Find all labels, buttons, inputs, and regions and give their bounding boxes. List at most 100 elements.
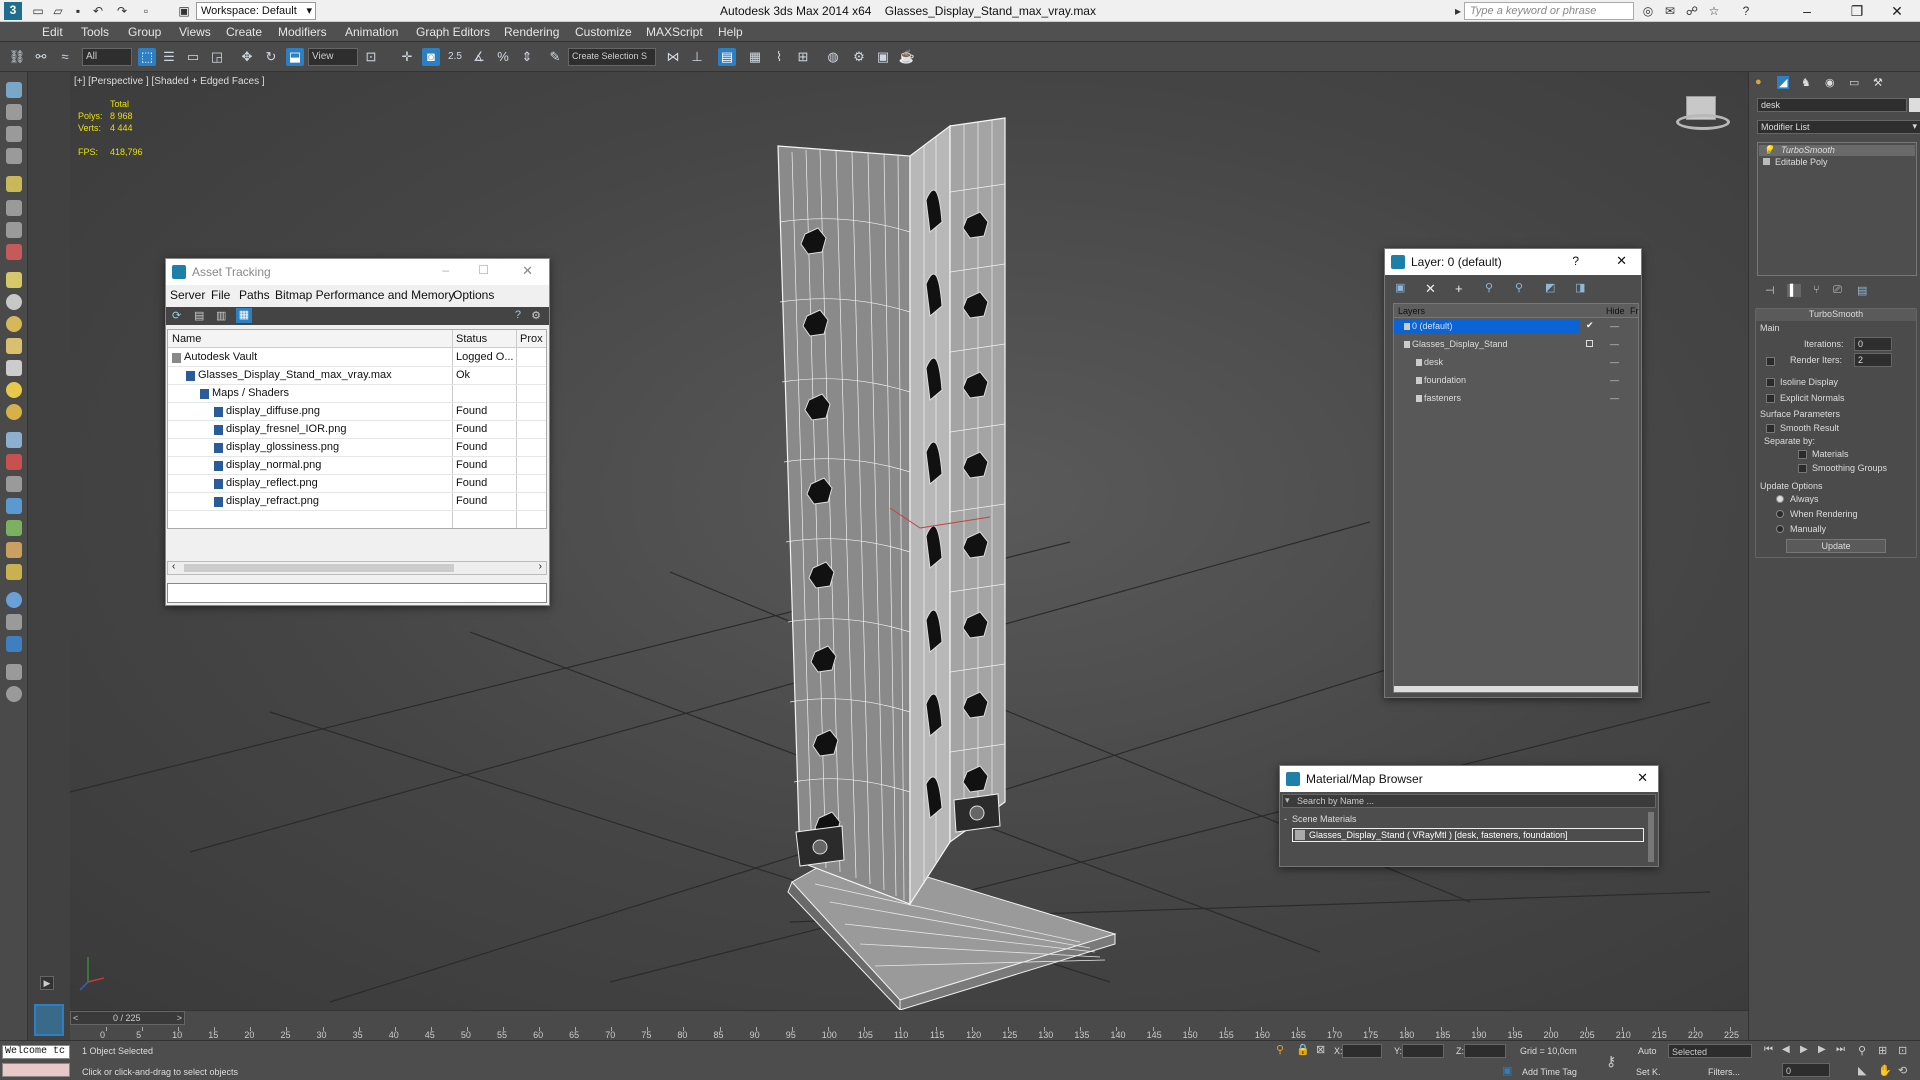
layer-row[interactable]: fasteners — [1394, 392, 1638, 406]
tool-icon-1[interactable] [6, 82, 22, 98]
scroll-right-icon[interactable]: › [539, 561, 542, 572]
timeline-ticks[interactable]: 0 5 10 15 20 25 30 35 40 45 50 55 60 65 70 75 80 85 90 95 10… [70, 1011, 1748, 1041]
iterations-spinner[interactable]: 0 [1854, 337, 1892, 351]
material-item[interactable]: Glasses_Display_Stand ( VRayMtl ) [desk,… [1292, 828, 1644, 842]
tool-icon-6[interactable] [6, 200, 22, 216]
asset-row[interactable]: display_diffuse.png Found [168, 403, 546, 421]
column-proxy[interactable]: Prox [520, 333, 543, 345]
tool-icon-16[interactable] [6, 432, 22, 448]
stack-item-turbosmooth[interactable]: 💡 TurboSmooth [1759, 145, 1915, 156]
graphite-ribbon-icon[interactable]: ▦ [746, 48, 764, 66]
viewcube-ring[interactable] [1676, 114, 1730, 130]
material-scrollbar[interactable] [1648, 812, 1654, 862]
hide-toggle-icon[interactable]: — [1610, 357, 1619, 367]
hide-all-icon[interactable]: ◩ [1545, 281, 1555, 294]
tool-icon-25[interactable] [6, 636, 22, 652]
tool-icon-23[interactable] [6, 592, 22, 608]
render-production-icon[interactable]: ☕ [898, 48, 916, 66]
tool-icon-21[interactable] [6, 542, 22, 558]
menu-customize[interactable]: Customize [575, 25, 632, 39]
select-in-layer-icon[interactable]: ⚲ [1485, 281, 1493, 294]
asset-row[interactable]: display_fresnel_IOR.png Found [168, 421, 546, 439]
add-to-layer-icon[interactable]: + [1455, 281, 1463, 296]
material-editor-icon[interactable]: ◍ [824, 48, 842, 66]
column-status[interactable]: Status [456, 333, 487, 345]
select-by-name-icon[interactable]: ☰ [160, 48, 178, 66]
menu-views[interactable]: Views [179, 25, 211, 39]
asset-row[interactable]: Autodesk Vault Logged O... [168, 349, 546, 367]
tool-icon-3[interactable] [6, 126, 22, 142]
material-browser-header[interactable]: Material/Map Browser ✕ [1280, 766, 1658, 792]
tool-icon-7[interactable] [6, 222, 22, 238]
motion-tab-icon[interactable]: ◉ [1825, 76, 1835, 89]
column-freeze[interactable]: Fr [1630, 306, 1639, 316]
layer-help-icon[interactable]: ? [1572, 254, 1579, 268]
tool-icon-20[interactable] [6, 520, 22, 536]
tool-icon-13[interactable] [6, 360, 22, 376]
orbit-icon[interactable]: ⟲ [1898, 1064, 1907, 1077]
at-menu-paths[interactable]: Paths [239, 288, 270, 302]
tool-icon-9[interactable] [6, 272, 22, 288]
manually-radio[interactable] [1776, 525, 1784, 533]
materials-checkbox[interactable] [1798, 450, 1807, 459]
named-selection-dropdown[interactable]: Create Selection S [568, 48, 656, 66]
render-iters-checkbox[interactable] [1766, 357, 1775, 366]
move-icon[interactable]: ✥ [238, 48, 256, 66]
tool-icon-18[interactable] [6, 476, 22, 492]
lightbulb-icon[interactable]: 💡 [1763, 145, 1774, 156]
field-of-view-icon[interactable]: ◣ [1858, 1064, 1866, 1077]
turbosmooth-rollout-header[interactable]: TurboSmooth [1756, 309, 1916, 321]
collapse-icon[interactable]: - [1284, 814, 1287, 824]
stack-item-editable-poly[interactable]: Editable Poly [1759, 157, 1915, 168]
scale-icon[interactable]: ⬓ [286, 48, 304, 66]
scroll-thumb[interactable] [184, 564, 454, 572]
maxscript-listener[interactable]: Welcome tc [2, 1045, 70, 1059]
tool-icon-12[interactable] [6, 338, 22, 354]
menu-animation[interactable]: Animation [345, 25, 398, 39]
next-frame-icon[interactable]: ▶ [1818, 1044, 1826, 1055]
when-rendering-radio[interactable] [1776, 510, 1784, 518]
spinner-snap-icon[interactable]: ⇕ [518, 48, 536, 66]
tool-icon-17[interactable] [6, 454, 22, 470]
chevron-down-icon[interactable]: ▾ [1285, 795, 1290, 806]
close-icon[interactable]: ✕ [1637, 770, 1648, 786]
percent-snap-icon[interactable]: % [494, 48, 512, 66]
asset-path-field[interactable] [167, 583, 547, 603]
list-view-icon[interactable]: ▤ [194, 309, 204, 322]
explicit-normals-checkbox[interactable] [1766, 394, 1775, 403]
time-tag-icon[interactable]: ▣ [1502, 1064, 1512, 1077]
communication-icon[interactable]: ☍ [1684, 3, 1700, 19]
menu-maxscript[interactable]: MAXScript [646, 25, 703, 39]
y-coordinate-field[interactable] [1402, 1044, 1444, 1058]
settings-icon[interactable]: ⚙ [531, 309, 541, 322]
asset-row[interactable]: Glasses_Display_Stand_max_vray.max Ok [168, 367, 546, 385]
layer-row[interactable]: foundation — [1394, 374, 1638, 388]
at-menu-file[interactable]: File [211, 288, 230, 302]
layer-row[interactable]: desk — [1394, 356, 1638, 370]
rectangular-selection-icon[interactable]: ▭ [184, 48, 202, 66]
hide-toggle-icon[interactable]: — [1610, 393, 1619, 403]
minimize-button[interactable]: – [1784, 0, 1830, 22]
light-icon[interactable] [6, 382, 22, 398]
snaps-toggle-icon[interactable]: 2.5 [446, 48, 464, 66]
bind-space-warp-icon[interactable]: ≈ [56, 48, 74, 66]
new-layer-icon[interactable]: ▣ [1395, 281, 1405, 294]
smooth-result-checkbox[interactable] [1766, 424, 1775, 433]
asset-row[interactable]: display_reflect.png Found [168, 475, 546, 493]
help-circle-icon[interactable] [6, 686, 22, 702]
tool-icon-24[interactable] [6, 614, 22, 630]
tool-icon-15[interactable] [6, 404, 22, 420]
edit-named-selection-icon[interactable]: ✎ [546, 48, 564, 66]
menu-rendering[interactable]: Rendering [504, 25, 559, 39]
layer-dialog-header[interactable]: Layer: 0 (default) ? ✕ [1385, 249, 1641, 275]
open-file-icon[interactable]: ▱ [50, 3, 66, 19]
utilities-tab-icon[interactable]: ⚒ [1873, 76, 1883, 89]
align-icon[interactable]: ⊥ [688, 48, 706, 66]
smoothing-groups-checkbox[interactable] [1798, 464, 1807, 473]
modifier-list-dropdown[interactable]: Modifier List ▾ [1757, 120, 1920, 134]
mirror-icon[interactable]: ⋈ [664, 48, 682, 66]
menu-tools[interactable]: Tools [81, 25, 109, 39]
torus-icon[interactable] [6, 316, 22, 332]
x-coordinate-field[interactable] [1342, 1044, 1382, 1058]
close-icon[interactable]: ✕ [1616, 253, 1627, 269]
